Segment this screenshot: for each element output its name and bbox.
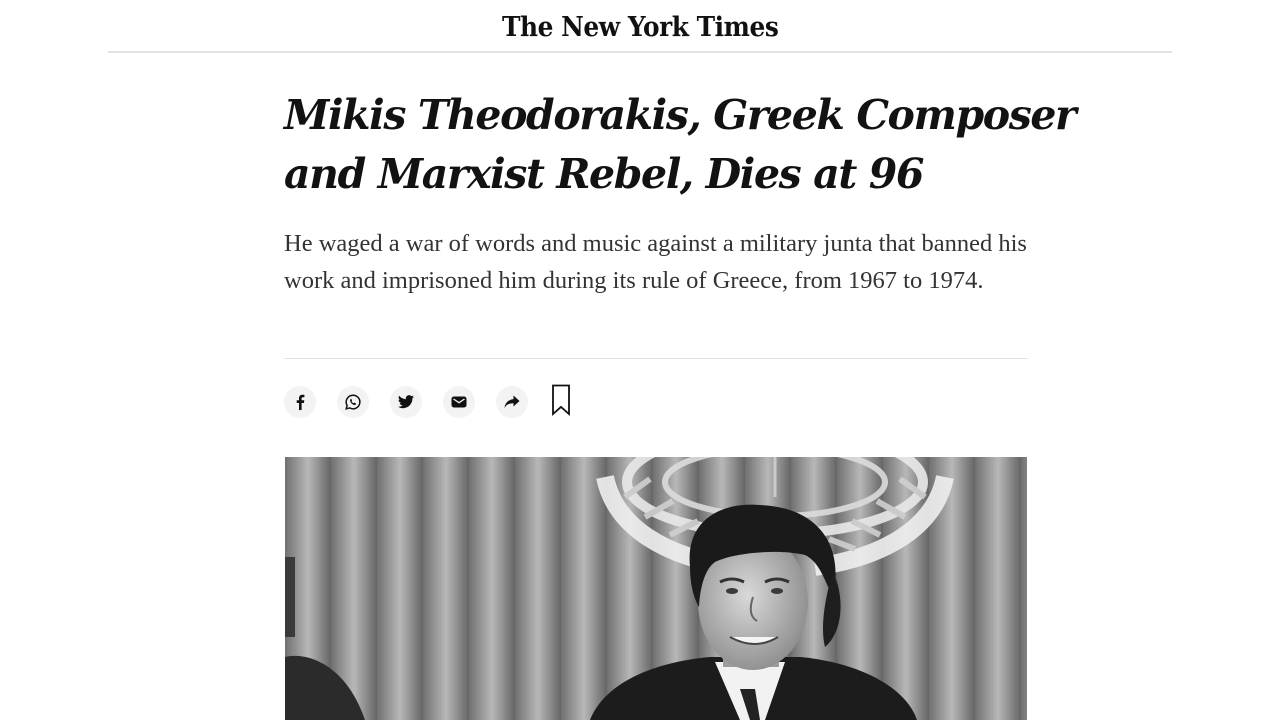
facebook-icon (293, 394, 307, 410)
share-toolbar (284, 384, 573, 420)
photo-image (285, 457, 1027, 720)
article-photo (285, 457, 1027, 720)
masthead-divider (108, 51, 1172, 53)
save-bookmark-button[interactable] (549, 384, 573, 420)
share-email-button[interactable] (443, 386, 475, 418)
whatsapp-icon (344, 393, 362, 411)
twitter-icon (398, 395, 414, 409)
article-summary: He waged a war of words and music agains… (284, 230, 1027, 294)
share-arrow-icon (504, 395, 520, 409)
share-whatsapp-button[interactable] (337, 386, 369, 418)
share-more-button[interactable] (496, 386, 528, 418)
share-facebook-button[interactable] (284, 386, 316, 418)
email-icon (451, 396, 467, 408)
bookmark-icon (551, 384, 571, 420)
article-headline: Mikis Theodorakis, Greek Composer and Ma… (284, 91, 1077, 198)
summary-divider (284, 358, 1028, 359)
share-twitter-button[interactable] (390, 386, 422, 418)
masthead: The New York Times (0, 0, 1280, 52)
nyt-logo[interactable]: The New York Times (502, 12, 779, 43)
